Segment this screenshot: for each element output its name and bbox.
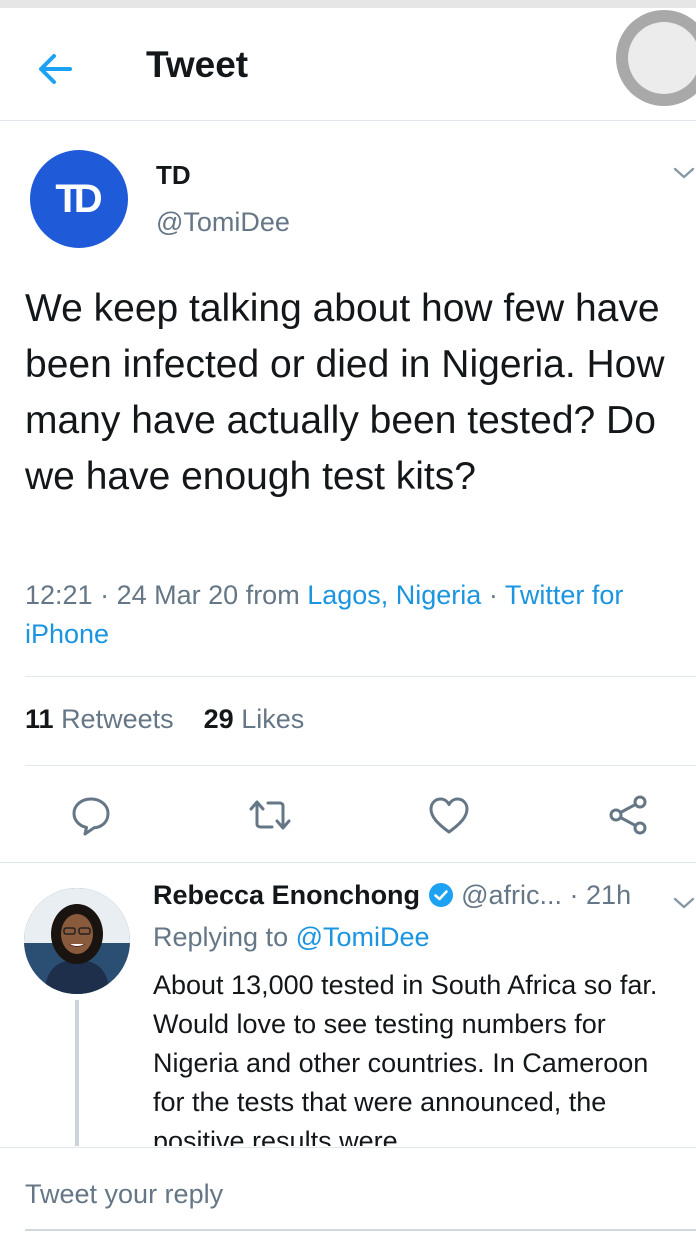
comment-icon (72, 797, 110, 836)
tweet-location-link[interactable]: Lagos, Nigeria (307, 580, 481, 610)
retweet-button[interactable] (245, 790, 295, 840)
retweets-count: 11 (25, 704, 54, 734)
divider (0, 862, 696, 863)
from-label: from (245, 580, 300, 610)
compose-bar (0, 1147, 696, 1242)
chevron-down-icon (673, 897, 695, 909)
profile-photo (24, 888, 130, 994)
retweet-icon (249, 800, 291, 830)
likes-stat[interactable]: 29 Likes (204, 704, 305, 734)
reply-author-name[interactable]: Rebecca Enonchong (153, 880, 420, 910)
reply-author-avatar[interactable] (24, 888, 130, 994)
like-button[interactable] (424, 790, 474, 840)
author-handle[interactable]: @TomiDee (156, 207, 290, 238)
divider (25, 765, 696, 766)
reply-time: 21h (586, 880, 632, 910)
share-icon (609, 795, 647, 835)
chevron-down-icon (673, 167, 695, 179)
verified-badge-icon (428, 883, 453, 907)
tweet-time: 12:21 (25, 580, 93, 610)
reply-author-handle[interactable]: @afric... (461, 880, 562, 910)
status-bar (0, 0, 696, 8)
thread-line (75, 1000, 79, 1146)
tweet-menu-button[interactable] (672, 163, 696, 183)
reply-text: About 13,000 tested in South Africa so f… (153, 970, 658, 1146)
heart-icon (429, 797, 469, 834)
divider (25, 676, 696, 677)
arrow-left-icon (39, 54, 72, 84)
likes-label: Likes (241, 704, 305, 734)
tweet-text: We keep talking about how few have been … (25, 287, 665, 498)
floating-assist-button[interactable] (616, 10, 696, 110)
avatar-logo-text: TD (55, 176, 102, 221)
back-button[interactable] (30, 44, 80, 94)
author-avatar[interactable]: TD (30, 150, 128, 248)
tweet-date: 24 Mar 20 (116, 580, 239, 610)
author-name[interactable]: TD (156, 160, 191, 191)
reply-header: Rebecca Enonchong @afric... · 21h (153, 880, 632, 910)
share-button[interactable] (604, 790, 654, 840)
retweets-label: Retweets (61, 704, 174, 734)
retweets-stat[interactable]: 11 Retweets (25, 704, 174, 734)
replying-to: Replying to @TomiDee (153, 922, 430, 953)
reply-input[interactable] (25, 1172, 665, 1216)
input-underline (25, 1229, 696, 1231)
top-bar: Tweet (0, 8, 696, 121)
reply-menu-button[interactable] (672, 893, 696, 913)
reply-button[interactable] (66, 790, 116, 840)
tweet-meta: 12:21 · 24 Mar 20 from Lagos, Nigeria · … (25, 580, 624, 649)
page-title: Tweet (146, 44, 249, 85)
tweet-stats: 11 Retweets 29 Likes (25, 704, 304, 735)
replying-label: Replying to (153, 922, 289, 952)
likes-count: 29 (203, 704, 234, 734)
replying-handle-link[interactable]: @TomiDee (296, 922, 430, 952)
